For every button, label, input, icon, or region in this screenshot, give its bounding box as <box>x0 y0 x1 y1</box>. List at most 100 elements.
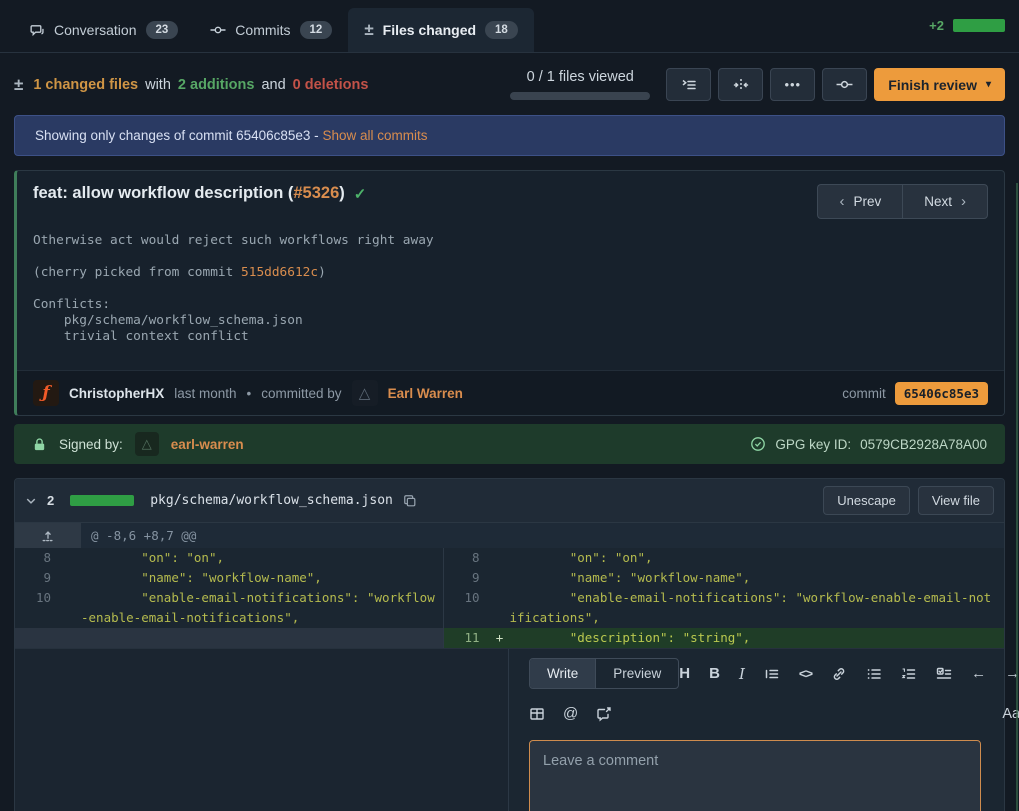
committer-name[interactable]: Earl Warren <box>388 386 463 401</box>
ci-success-icon[interactable]: ✓ <box>354 185 367 203</box>
write-tab[interactable]: Write <box>530 659 595 688</box>
unescape-button[interactable]: Unescape <box>823 486 910 515</box>
line-number-new[interactable]: 10 <box>444 588 490 628</box>
code-line-old[interactable]: "enable-email-notifications": "workflow-… <box>81 588 444 628</box>
code-icon[interactable]: <> <box>799 666 812 681</box>
and-text: and <box>261 77 285 93</box>
mention-icon[interactable]: @ <box>563 705 578 722</box>
commit-title-text: feat: allow workflow description (#5326) <box>33 184 345 203</box>
tab-commits-count: 12 <box>300 21 333 39</box>
signed-by-label: Signed by: <box>59 437 123 452</box>
diff-file-box: 2 pkg/schema/workflow_schema.json Unesca… <box>14 478 1005 811</box>
next-label: Next <box>924 194 952 209</box>
expand-hunk-up-button[interactable] <box>15 523 81 548</box>
signer-avatar[interactable]: △ <box>135 432 159 456</box>
code-line-new[interactable]: "description": "string", <box>510 628 1005 648</box>
reference-icon[interactable] <box>596 706 612 722</box>
show-all-commits-link[interactable]: Show all commits <box>322 128 427 143</box>
file-diffstat-bar <box>70 495 134 506</box>
task-list-icon[interactable] <box>936 666 952 682</box>
bold-icon[interactable]: B <box>709 665 720 682</box>
commit-message-body: Otherwise act would reject such workflow… <box>17 219 1004 370</box>
line-number-old[interactable]: 9 <box>15 568 61 588</box>
prev-next-group: ‹ Prev Next › <box>817 184 988 219</box>
line-number-new[interactable]: 9 <box>444 568 490 588</box>
link-icon[interactable] <box>831 666 847 682</box>
scrollbar-diff-indicator <box>1016 183 1018 811</box>
committed-by-text: committed by <box>261 386 341 401</box>
bullet-list-icon[interactable] <box>866 666 882 682</box>
inline-comment-left-spacer <box>15 649 509 811</box>
signed-by-group: Signed by: △ earl-warren <box>32 432 244 456</box>
tab-conversation[interactable]: Conversation 23 <box>14 8 194 52</box>
hunk-header-row: @ -8,6 +8,7 @@ <box>15 523 1004 548</box>
commit-icon <box>210 22 226 38</box>
issue-link[interactable]: #5326 <box>293 184 339 202</box>
code-line-old[interactable]: "name": "workflow-name", <box>81 568 444 588</box>
more-options-button[interactable]: ••• <box>770 68 815 101</box>
format-tools: H B I <> <box>679 665 1019 683</box>
conversation-icon <box>30 23 45 38</box>
numbered-list-icon[interactable] <box>901 666 917 682</box>
diff-sign-new <box>490 568 510 588</box>
code-line-old[interactable]: "on": "on", <box>81 548 444 568</box>
finish-review-label: Finish review <box>888 77 977 93</box>
gpg-group: GPG key ID: 0579CB2928A78A00 <box>750 436 987 452</box>
arrow-left-icon[interactable]: ← <box>971 665 986 682</box>
file-name[interactable]: pkg/schema/workflow_schema.json <box>150 493 393 508</box>
view-file-button[interactable]: View file <box>918 486 994 515</box>
line-number-new[interactable]: 11 <box>444 628 490 648</box>
next-commit-button[interactable]: Next › <box>902 184 988 219</box>
preview-tab[interactable]: Preview <box>595 659 678 688</box>
copy-path-icon[interactable] <box>403 494 417 508</box>
prev-commit-button[interactable]: ‹ Prev <box>817 184 902 219</box>
file-tree-toggle-button[interactable] <box>666 68 711 101</box>
table-icon[interactable] <box>529 706 545 722</box>
tab-files-changed[interactable]: ± Files changed 18 <box>348 8 534 52</box>
commits-dropdown-button[interactable] <box>822 68 867 101</box>
commit-box: feat: allow workflow description (#5326)… <box>14 170 1005 416</box>
diff-file-header: 2 pkg/schema/workflow_schema.json Unesca… <box>15 479 1004 523</box>
quote-icon[interactable] <box>764 666 780 682</box>
commit-icon <box>836 76 853 93</box>
comment-textarea[interactable] <box>529 740 981 811</box>
diff-icon: ± <box>364 20 373 40</box>
chevron-left-icon: ‹ <box>839 193 844 210</box>
changed-files-text: 1 changed files <box>33 77 138 93</box>
additions-text: 2 additions <box>178 77 255 93</box>
commit-scope-banner: Showing only changes of commit 65406c85e… <box>14 115 1005 156</box>
line-number-old[interactable]: 10 <box>15 588 61 628</box>
author-avatar[interactable]: ƒ <box>33 380 59 406</box>
line-number-old[interactable] <box>15 628 61 648</box>
collapse-file-icon[interactable] <box>25 495 37 507</box>
files-viewed-progress <box>510 92 650 100</box>
diff-row: 11+ "description": "string", <box>15 628 1004 648</box>
diff-sign-new <box>490 548 510 568</box>
signer-name[interactable]: earl-warren <box>171 437 244 452</box>
gpg-key-label: GPG key ID: <box>775 437 851 452</box>
code-line-old[interactable] <box>81 628 444 648</box>
inline-comment-row: Write Preview H B I <> <box>15 648 1004 811</box>
commit-sha-badge[interactable]: 65406c85e3 <box>895 382 988 405</box>
diff-row: 8 "on": "on",8 "on": "on", <box>15 548 1004 568</box>
committer-avatar[interactable]: △ <box>352 380 378 406</box>
commit-title: feat: allow workflow description (#5326)… <box>33 184 366 203</box>
tab-commits[interactable]: Commits 12 <box>194 8 348 52</box>
code-line-new[interactable]: "name": "workflow-name", <box>510 568 1005 588</box>
author-name[interactable]: ChristopherHX <box>69 386 164 401</box>
split-view-toggle-button[interactable] <box>718 68 763 101</box>
finish-review-button[interactable]: Finish review ▾ <box>874 68 1005 101</box>
italic-icon[interactable]: I <box>739 665 745 683</box>
line-number-new[interactable]: 8 <box>444 548 490 568</box>
tab-conversation-label: Conversation <box>54 22 137 38</box>
cherry-pick-hash-link[interactable]: 515dd6612c <box>241 265 318 280</box>
commit-box-header: feat: allow workflow description (#5326)… <box>17 171 1004 219</box>
diff-icon-small: ± <box>14 75 23 95</box>
code-line-new[interactable]: "enable-email-notifications": "workflow-… <box>510 588 1005 628</box>
diff-sign-old <box>61 588 81 628</box>
code-line-new[interactable]: "on": "on", <box>510 548 1005 568</box>
tab-files-label: Files changed <box>383 22 476 38</box>
heading-icon[interactable]: H <box>679 665 690 682</box>
line-number-old[interactable]: 8 <box>15 548 61 568</box>
diff-row: 10 "enable-email-notifications": "workfl… <box>15 588 1004 628</box>
